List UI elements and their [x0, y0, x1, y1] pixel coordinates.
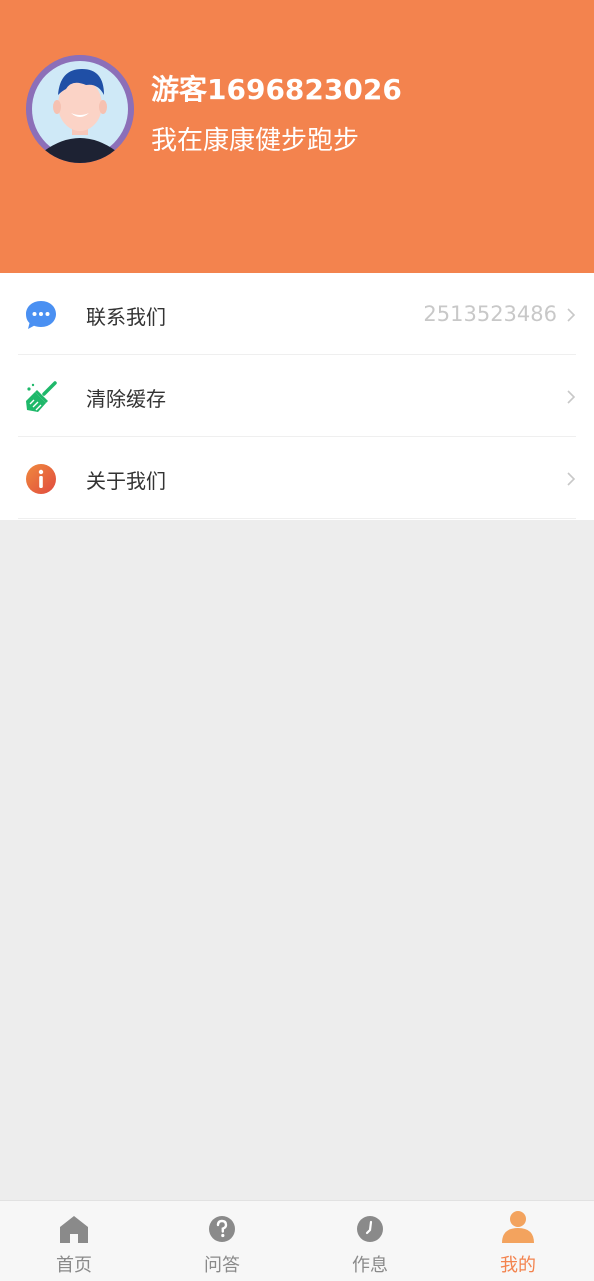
- profile-subtitle: 我在康康健步跑步: [151, 126, 360, 156]
- menu-item-clear-cache[interactable]: 清除缓存: [0, 355, 594, 437]
- info-icon: [26, 464, 56, 494]
- menu-label-clear-cache: 清除缓存: [86, 387, 166, 411]
- profile-header: 游客1696823026 我在康康健步跑步: [0, 0, 594, 273]
- avatar[interactable]: [26, 55, 134, 163]
- tab-schedule[interactable]: 作息: [296, 1201, 444, 1281]
- username: 游客1696823026: [151, 73, 402, 106]
- chat-bubble-icon: [26, 301, 56, 329]
- clock-icon: [357, 1216, 383, 1242]
- tab-home[interactable]: 首页: [0, 1201, 148, 1281]
- tab-label-qa: 问答: [204, 1255, 240, 1276]
- divider: [18, 518, 576, 519]
- question-icon: [209, 1216, 235, 1242]
- tab-mine[interactable]: 我的: [444, 1201, 592, 1281]
- contact-number: 2513523486: [423, 302, 557, 326]
- home-icon: [60, 1216, 88, 1243]
- tab-label-mine: 我的: [500, 1255, 536, 1276]
- user-icon: [502, 1211, 534, 1243]
- tab-label-schedule: 作息: [352, 1255, 388, 1276]
- broom-icon: [26, 381, 57, 412]
- chevron-right-icon: [567, 390, 576, 404]
- bottom-tab-bar: 首页 问答 作息 我的: [0, 1200, 594, 1281]
- settings-menu: 联系我们 2513523486 清除缓存 关于我们: [0, 273, 594, 520]
- menu-item-contact[interactable]: 联系我们 2513523486: [0, 273, 594, 355]
- chevron-right-icon: [567, 472, 576, 486]
- menu-label-about: 关于我们: [86, 469, 166, 493]
- menu-item-about[interactable]: 关于我们: [0, 437, 594, 519]
- tab-qa[interactable]: 问答: [148, 1201, 296, 1281]
- menu-label-contact: 联系我们: [86, 305, 166, 329]
- chevron-right-icon: [567, 308, 576, 322]
- avatar-illustration: [26, 55, 134, 163]
- tab-label-home: 首页: [56, 1255, 92, 1276]
